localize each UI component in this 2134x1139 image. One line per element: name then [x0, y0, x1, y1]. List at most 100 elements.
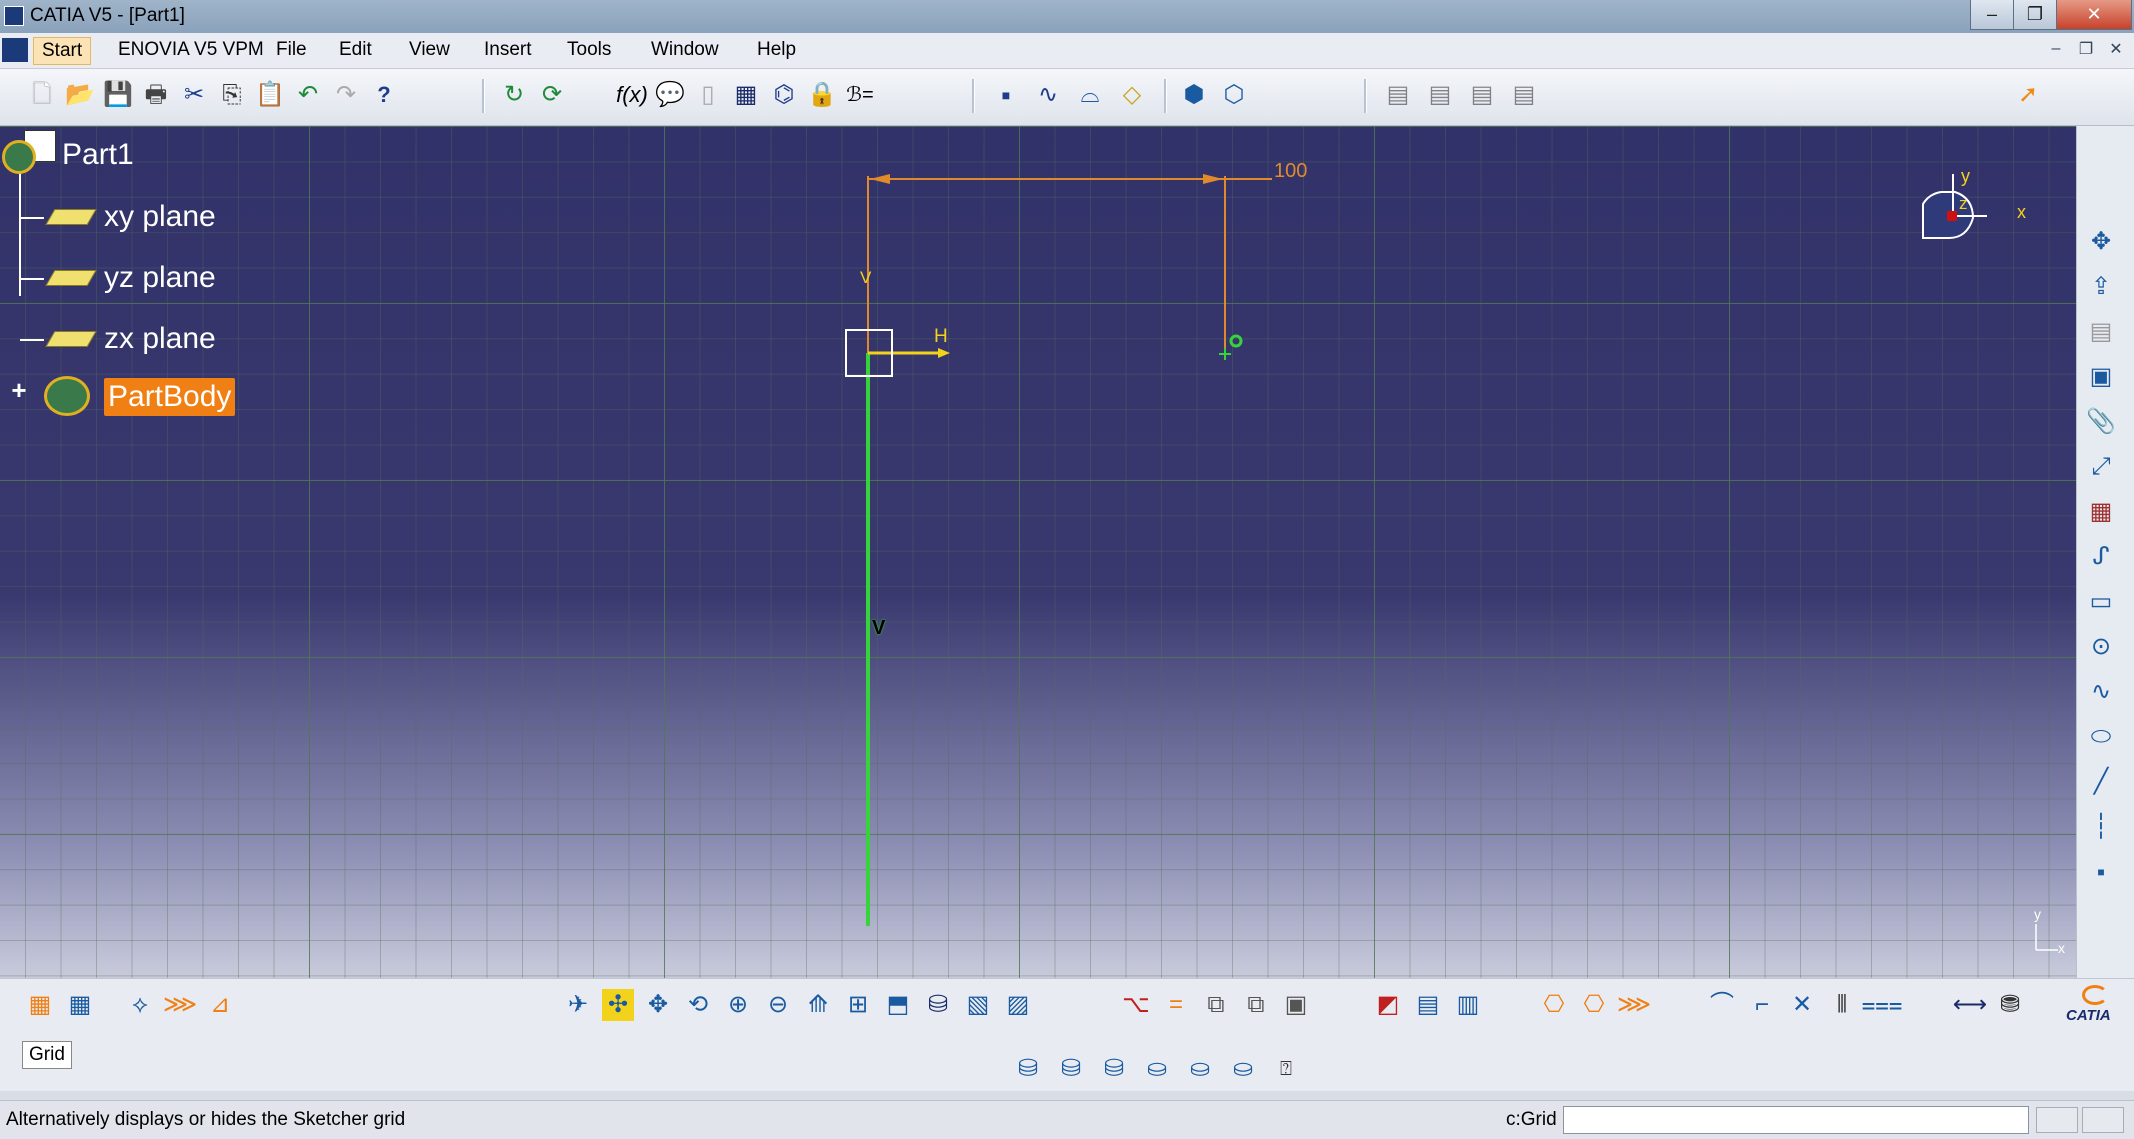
design-table-icon[interactable]: ▦	[730, 79, 762, 111]
shading-mode-icon-5[interactable]: ⛀	[1184, 1053, 1216, 1085]
pan-icon[interactable]: ✥	[642, 989, 674, 1021]
restore-button[interactable]: ❐	[2013, 0, 2057, 30]
menu-window[interactable]: Window	[643, 37, 727, 63]
point-icon[interactable]: ■	[990, 79, 1022, 111]
hide-show-icon[interactable]: ▧	[962, 989, 994, 1021]
menu-start[interactable]: Start	[33, 37, 92, 65]
line-icon[interactable]: ╱	[2085, 766, 2117, 798]
shading-mode-icon-3[interactable]: ⛁	[1098, 1053, 1130, 1085]
output-feature-icon[interactable]: ▣	[2085, 361, 2117, 393]
catalog-icon-3[interactable]: ▤	[1466, 79, 1498, 111]
geometrical-constraints-icon[interactable]: ⋙	[163, 989, 197, 1021]
snap-to-point-icon[interactable]: ▦	[64, 989, 96, 1021]
surface-icon[interactable]: ⌓	[1074, 79, 1106, 111]
command-input[interactable]	[1563, 1106, 2029, 1134]
close-button[interactable]: ✕	[2056, 0, 2132, 30]
trim-icon[interactable]: ⌥	[1120, 989, 1152, 1021]
update-icon[interactable]: ↻	[498, 79, 530, 111]
copy-icon[interactable]: ⎘	[216, 79, 248, 111]
minimize-button[interactable]: –	[1970, 0, 2014, 30]
analysis-icon[interactable]: ⛃	[1994, 989, 2026, 1021]
constraint-icon[interactable]: 📎	[2085, 406, 2117, 438]
relimit-icon[interactable]: ⋙	[1617, 989, 1651, 1021]
paste-icon[interactable]: 📋	[254, 79, 286, 111]
lock-icon[interactable]: 🔒	[806, 79, 838, 111]
mdi-close-button[interactable]: ✕	[2103, 36, 2129, 62]
manual-update-icon[interactable]: ⟳	[536, 79, 568, 111]
new-file-icon[interactable]: 🗋	[26, 79, 58, 111]
select-arrow-icon[interactable]: ➚	[2012, 79, 2044, 111]
zoom-out-icon[interactable]: ⊖	[762, 989, 794, 1021]
catia-app-icon[interactable]	[4, 6, 24, 26]
exit-workbench-icon[interactable]: ⬡	[1218, 79, 1250, 111]
sketch-canvas[interactable]: Part1 xy plane yz plane zx plane + PartB…	[0, 126, 2076, 978]
catalog-icon-2[interactable]: ▤	[1424, 79, 1456, 111]
menu-help[interactable]: Help	[749, 37, 804, 63]
formula-icon[interactable]: f(x)	[616, 79, 648, 111]
profile-icon[interactable]: ᔑ	[2085, 541, 2117, 573]
catalog-icon-4[interactable]: ▤	[1508, 79, 1540, 111]
project-3d-icon[interactable]: ▣	[1280, 989, 1312, 1021]
sketch-solving-icon[interactable]: ◩	[1372, 989, 1404, 1021]
law-icon[interactable]: ⌬	[768, 79, 800, 111]
quick-trim-icon[interactable]: ✕	[1786, 989, 1818, 1021]
equation-icon[interactable]: ℬ=	[844, 79, 876, 111]
break-icon[interactable]: =	[1160, 989, 1192, 1021]
open-folder-icon[interactable]: 📂	[64, 79, 96, 111]
multi-view-icon[interactable]: ⊞	[842, 989, 874, 1021]
normal-view-icon[interactable]: ⟰	[802, 989, 834, 1021]
shading-mode-icon-6[interactable]: ⛀	[1227, 1053, 1259, 1085]
circle-icon[interactable]: ⊙	[2085, 631, 2117, 663]
pocket-icon[interactable]: ▥	[1452, 989, 1484, 1021]
shading-icon[interactable]: ⛁	[922, 989, 954, 1021]
menu-view[interactable]: View	[401, 37, 458, 63]
catia-doc-icon[interactable]	[2, 38, 28, 62]
shading-mode-icon-4[interactable]: ⛀	[1141, 1053, 1173, 1085]
point-tool-icon[interactable]: ■	[2085, 856, 2117, 888]
redo-icon[interactable]: ↷	[330, 79, 362, 111]
animate-constraint-icon[interactable]: ▦	[2085, 496, 2117, 528]
construction-element-icon[interactable]: ⟡	[124, 989, 156, 1021]
translate-icon[interactable]: ⧉	[1240, 989, 1272, 1021]
mirror-icon[interactable]: ⧉	[1200, 989, 1232, 1021]
menu-tools[interactable]: Tools	[559, 37, 619, 63]
chamfer-icon[interactable]: ⎔	[1578, 989, 1610, 1021]
ellipse-icon[interactable]: ⬭	[2085, 721, 2117, 753]
sketch-analysis-icon[interactable]: ⬢	[1178, 79, 1210, 111]
undo-icon[interactable]: ↶	[292, 79, 324, 111]
save-icon[interactable]: 💾	[102, 79, 134, 111]
menu-insert[interactable]: Insert	[476, 37, 540, 63]
isometric-view-icon[interactable]: ⬒	[882, 989, 914, 1021]
sketch-plane-icon[interactable]: ✥	[2085, 226, 2117, 258]
knowledge-advisor-icon[interactable]: 💬	[654, 79, 686, 111]
fly-mode-icon[interactable]: ✈	[562, 989, 594, 1021]
pad-icon[interactable]: ▤	[1412, 989, 1444, 1021]
customize-view-icon[interactable]: ⍰	[1270, 1053, 1302, 1085]
shading-mode-icon-2[interactable]: ⛁	[1055, 1053, 1087, 1085]
menu-edit[interactable]: Edit	[331, 37, 380, 63]
axis-icon[interactable]: ┆	[2085, 811, 2117, 843]
zoom-in-icon[interactable]: ⊕	[722, 989, 754, 1021]
spline-icon[interactable]: ∿	[1032, 79, 1064, 111]
swap-visible-space-icon[interactable]: ▨	[1002, 989, 1034, 1021]
symmetry-icon[interactable]: ⫴	[1826, 989, 1858, 1021]
dimension-value[interactable]: 100	[1274, 160, 1307, 183]
mdi-restore-button[interactable]: ❐	[2073, 36, 2099, 62]
catalog-icon-1[interactable]: ▤	[1382, 79, 1414, 111]
shading-mode-icon-1[interactable]: ⛁	[1012, 1053, 1044, 1085]
menu-enovia[interactable]: ENOVIA V5 VPM	[110, 37, 272, 63]
spline-tool-icon[interactable]: ∿	[2085, 676, 2117, 708]
dimensional-constraints-icon[interactable]: ⊿	[204, 989, 236, 1021]
measure-icon[interactable]: ⟷	[1953, 989, 1987, 1021]
auto-constraint-icon[interactable]: ⤢	[2085, 451, 2117, 483]
cut-icon[interactable]: ✂	[178, 79, 210, 111]
sheet-icon[interactable]: ▯	[692, 79, 724, 111]
offset-icon[interactable]: ⩶	[1861, 989, 1902, 1021]
exit-sketch-icon[interactable]: ⇪	[2085, 271, 2117, 303]
arc-icon[interactable]: ⌒	[1706, 989, 1738, 1021]
compass-widget[interactable]: y z x	[1915, 166, 2035, 268]
corner-icon[interactable]: ⌐	[1746, 989, 1778, 1021]
rotate-icon[interactable]: ⟲	[682, 989, 714, 1021]
plane-icon[interactable]: ◇	[1116, 79, 1148, 111]
status-button-2[interactable]	[2082, 1107, 2124, 1133]
